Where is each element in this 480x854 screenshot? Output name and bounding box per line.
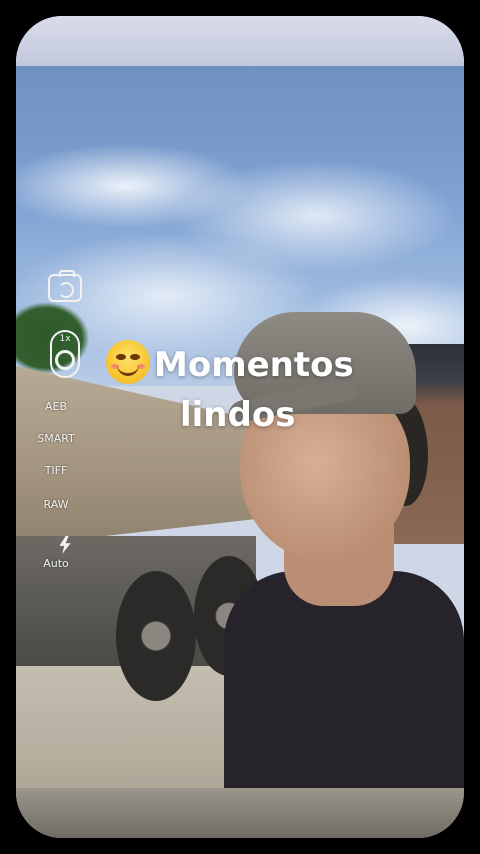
caption-line-1: Momentos xyxy=(106,340,426,390)
flash-mode-label: Auto xyxy=(43,557,69,570)
zoom-label: 1x xyxy=(59,334,71,344)
aeb-toggle[interactable]: AEB xyxy=(28,400,84,413)
bottom-blur-strip xyxy=(16,788,464,838)
caption-overlay: Momentos lindos xyxy=(106,340,426,440)
smart-toggle[interactable]: SMART xyxy=(28,432,84,445)
caption-line-2: lindos xyxy=(180,395,296,435)
switch-camera-icon[interactable] xyxy=(48,270,82,302)
zoom-control[interactable]: 1x xyxy=(50,330,80,378)
caption-word-momentos: Momentos xyxy=(154,345,354,385)
emoji-cheek xyxy=(137,364,145,369)
top-blur-strip xyxy=(16,16,464,66)
smiling-face-emoji xyxy=(106,340,150,384)
raw-toggle[interactable]: RAW xyxy=(28,498,84,511)
zoom-ring-icon xyxy=(55,350,75,370)
truck-wheel xyxy=(116,571,196,701)
tiff-toggle[interactable]: TIFF xyxy=(28,464,84,477)
emoji-cheek xyxy=(111,364,119,369)
